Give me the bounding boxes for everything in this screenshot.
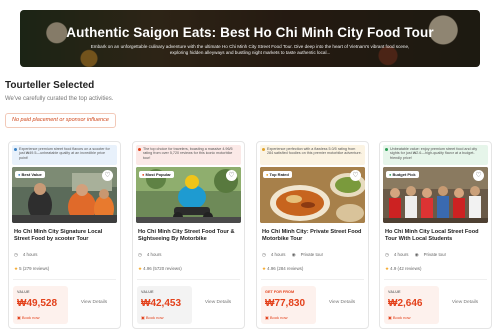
view-details-button[interactable]: View Details [71, 300, 117, 305]
rating-text: 4.9 (42 reviews) [390, 266, 422, 271]
section-subtitle: We've carefully curated the top activiti… [5, 96, 114, 102]
card-meta: ◷ 4 hours ◉ Private tour [385, 252, 451, 258]
tour-cards: Experience premium street food flavors o… [8, 141, 492, 329]
info-dot-icon [385, 148, 388, 151]
star-icon: ★ [138, 266, 142, 271]
tour-image[interactable]: ● Budget Pick ♡ [383, 167, 488, 223]
book-now-link[interactable]: ▣ Book now [17, 315, 39, 320]
price-tag: VALUE [141, 290, 154, 294]
card-rating: ★ 4.9 (42 reviews) [385, 266, 421, 272]
heart-icon[interactable]: ♡ [226, 170, 237, 181]
view-details-button[interactable]: View Details [195, 300, 241, 305]
card-rating: ★ 4.96 (5720 reviews) [138, 266, 182, 272]
divider [384, 279, 487, 280]
clock-icon: ◷ [14, 252, 18, 257]
tour-image[interactable]: ● Top Rated ♡ [260, 167, 365, 223]
book-now-label: Book now [269, 315, 288, 320]
badge-top-rated: ● Top Rated [263, 171, 292, 178]
card-title[interactable]: Ho Chi Minh City Street Food Tour & Sigh… [138, 229, 240, 243]
tour-image[interactable]: ● Most Popular ♡ [136, 167, 241, 223]
view-details-button[interactable]: View Details [319, 300, 365, 305]
card-highlight-note: Unbeatable value: enjoy premium street f… [383, 145, 488, 165]
card-note-text: Experience premium street food flavors o… [19, 147, 110, 160]
tour-type: Private tour [423, 252, 447, 257]
card-title[interactable]: Ho Chi Minh City Signature Local Street … [14, 229, 116, 243]
heart-icon[interactable]: ♡ [102, 170, 113, 181]
view-details-button[interactable]: View Details [442, 300, 488, 305]
card-meta: ◷ 4 hours ◉ Private tour [262, 252, 328, 258]
person-icon: ◉ [291, 252, 296, 257]
card-highlight-note: Experience perfection with a flawless 5.… [260, 145, 365, 165]
price-tag: VALUE [17, 290, 30, 294]
clock-icon: ◷ [262, 252, 266, 257]
hero-title: Authentic Saigon Eats: Best Ho Chi Minh … [66, 25, 434, 40]
badge-label: Best Value [21, 172, 42, 177]
book-now-label: Book now [21, 315, 40, 320]
card-note-text: The top choice for travelers, boasting a… [143, 147, 233, 160]
tour-image[interactable]: ● Best Value ♡ [12, 167, 117, 223]
heart-icon[interactable]: ♡ [473, 170, 484, 181]
star-icon: ★ [385, 266, 389, 271]
badge-most-popular: ● Most Popular [139, 171, 174, 178]
card-note-text: Experience perfection with a flawless 5.… [267, 147, 362, 156]
price-tag: VALUE [388, 290, 401, 294]
price-tag: GET FOR FROM [265, 290, 295, 294]
rating-text: 5 (279 reviews) [19, 266, 50, 271]
star-icon: ★ [14, 266, 18, 271]
card-title[interactable]: Ho Chi Minh City Local Street Food Tour … [385, 229, 487, 243]
card-highlight-note: The top choice for travelers, boasting a… [136, 145, 241, 165]
tour-card[interactable]: Experience premium street food flavors o… [8, 141, 121, 329]
divider [137, 279, 240, 280]
price-box: VALUE ₩49,528 ▣ Book now [13, 286, 68, 324]
price: ₩42,453 [141, 298, 182, 309]
card-meta: ◷ 4 hours [14, 252, 43, 258]
duration: 4 hours [22, 252, 38, 257]
tour-card[interactable]: Experience perfection with a flawless 5.… [256, 141, 369, 329]
duration: 4 hours [146, 252, 162, 257]
card-title[interactable]: Ho Chi Minh City: Private Street Food Mo… [262, 229, 364, 243]
hero-subtitle: Embark on an unforgettable culinary adve… [90, 44, 410, 55]
hero-banner: Authentic Saigon Eats: Best Ho Chi Minh … [20, 10, 480, 67]
divider [13, 279, 116, 280]
person-icon: ◉ [414, 252, 419, 257]
price: ₩49,528 [17, 298, 58, 309]
duration: 4 hours [270, 252, 286, 257]
card-note-text: Unbeatable value: enjoy premium street f… [390, 147, 478, 160]
tour-card[interactable]: Unbeatable value: enjoy premium street f… [379, 141, 492, 329]
duration: 4 hours [393, 252, 409, 257]
book-now-link[interactable]: ▣ Book now [141, 315, 163, 320]
badge-label: Budget Pick [392, 172, 416, 177]
clock-icon: ◷ [385, 252, 389, 257]
star-icon: ★ [262, 266, 266, 271]
tour-card[interactable]: The top choice for travelers, boasting a… [132, 141, 245, 329]
book-now-link[interactable]: ▣ Book now [265, 315, 287, 320]
book-now-label: Book now [392, 315, 411, 320]
badge-best-value: ● Best Value [15, 171, 45, 178]
info-dot-icon [14, 148, 17, 151]
heart-icon[interactable]: ♡ [350, 170, 361, 181]
book-now-label: Book now [145, 315, 164, 320]
section-title: Tourteller Selected [5, 80, 95, 91]
card-meta: ◷ 4 hours [138, 252, 167, 258]
badge-label: Most Popular [145, 172, 171, 177]
disclaimer-badge: No paid placement or sponsor influence [5, 113, 116, 128]
badge-label: Top Rated [269, 172, 289, 177]
card-rating: ★ 4.96 (284 reviews) [262, 266, 303, 272]
price: ₩2,646 [388, 298, 423, 309]
price-box: GET FOR FROM ₩77,830 ▣ Book now [261, 286, 316, 324]
info-dot-icon [138, 148, 141, 151]
price-box: VALUE ₩42,453 ▣ Book now [137, 286, 192, 324]
clock-icon: ◷ [138, 252, 142, 257]
rating-text: 4.96 (284 reviews) [267, 266, 304, 271]
price-box: VALUE ₩2,646 ▣ Book now [384, 286, 439, 324]
card-rating: ★ 5 (279 reviews) [14, 266, 49, 272]
price: ₩77,830 [265, 298, 306, 309]
card-highlight-note: Experience premium street food flavors o… [12, 145, 117, 165]
info-dot-icon [262, 148, 265, 151]
rating-text: 4.96 (5720 reviews) [143, 266, 182, 271]
tour-type: Private tour [300, 252, 324, 257]
divider [261, 279, 364, 280]
book-now-link[interactable]: ▣ Book now [388, 315, 410, 320]
badge-budget-pick: ● Budget Pick [386, 171, 419, 178]
